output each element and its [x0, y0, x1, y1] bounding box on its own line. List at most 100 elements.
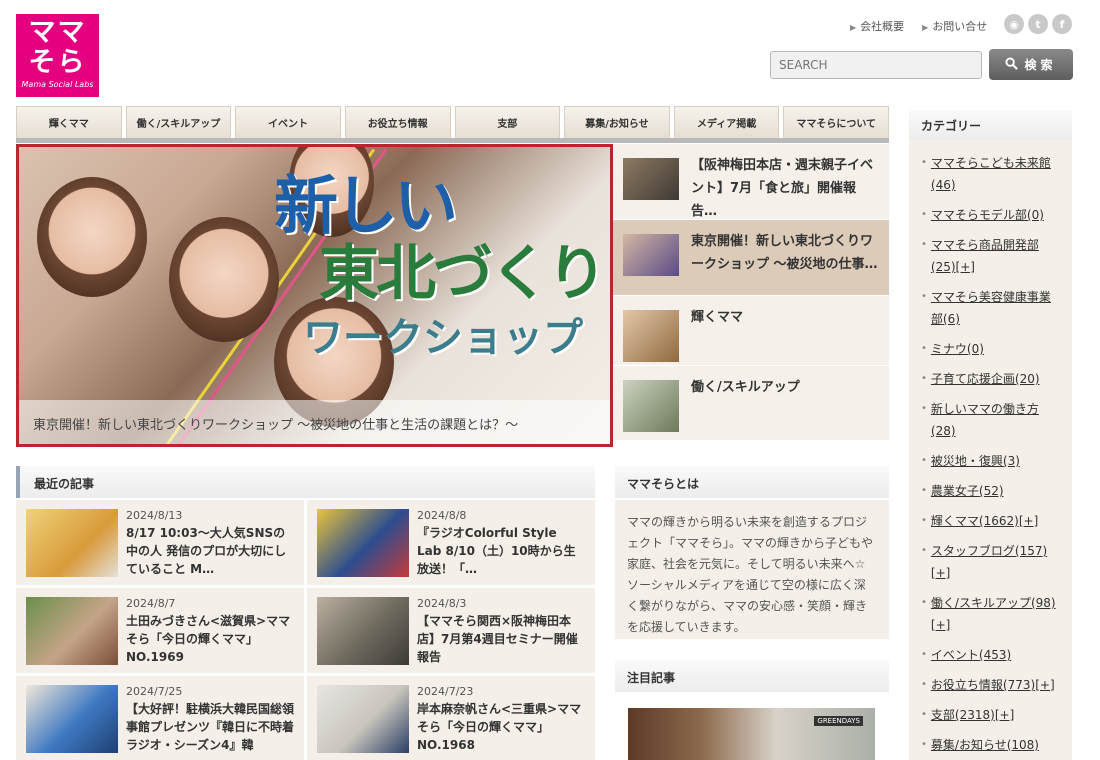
- hero-caption[interactable]: 東京開催！新しい東北づくりワークショップ 〜被災地の仕事と生活の課題とは？〜: [19, 400, 610, 444]
- category-link[interactable]: 子育て応援企画(20): [931, 372, 1040, 386]
- article-card[interactable]: 2024/7/23 岸本麻奈帆さん<三重県>ママそら「今日の輝くママ」NO.19…: [307, 676, 595, 760]
- category-expand-button[interactable]: [+]: [931, 618, 950, 632]
- category-link[interactable]: 被災地・復興(3): [931, 454, 1020, 468]
- category-link[interactable]: お役立ち情報(773): [931, 678, 1035, 692]
- category-count: (46): [930, 178, 956, 192]
- category-label: スタッフブログ: [930, 544, 1015, 558]
- category-link[interactable]: 働く/スキルアップ(98): [931, 596, 1056, 610]
- article-card[interactable]: 2024/8/7 土田みづきさん<滋賀県>ママそら「今日の輝くママ」NO.196…: [16, 588, 304, 673]
- article-thumbnail: [26, 509, 118, 577]
- category-count: (453): [978, 648, 1012, 662]
- search-input[interactable]: [770, 51, 982, 79]
- category-expand-button[interactable]: [+]: [1019, 514, 1038, 528]
- category-item[interactable]: • 募集/お知らせ(108): [921, 734, 1062, 756]
- category-item-text: お役立ち情報(773)[+]: [931, 674, 1055, 696]
- article-date: 2024/7/23: [417, 685, 474, 698]
- twitter-icon[interactable]: t: [1028, 14, 1048, 34]
- slider-thumbnail: [623, 234, 679, 276]
- category-count: (28): [930, 424, 956, 438]
- category-item[interactable]: • ママそらこども未来館 (46): [921, 152, 1062, 196]
- recent-articles-heading: 最近の記事: [16, 466, 595, 498]
- category-link[interactable]: イベント(453): [931, 648, 1011, 662]
- category-item[interactable]: • イベント(453): [921, 644, 1062, 666]
- category-expand-button[interactable]: [+]: [1035, 678, 1054, 692]
- article-title: 岸本麻奈帆さん<三重県>ママそら「今日の輝くママ」NO.1968: [417, 702, 582, 752]
- bullet-icon: •: [921, 597, 927, 608]
- category-link[interactable]: 募集/お知らせ(108): [931, 738, 1039, 752]
- category-link[interactable]: ママそらモデル部(0): [931, 208, 1044, 222]
- nav-item-media[interactable]: メディア掲載: [673, 106, 780, 138]
- slider-thumbnail: [623, 158, 679, 200]
- category-link[interactable]: 支部(2318): [931, 708, 995, 722]
- category-link[interactable]: スタッフブログ(157): [931, 544, 1047, 558]
- article-title: 【大好評！駐横浜大韓民国総領事館プレゼンツ『韓日に不時着ラジオ・シーズン4』韓: [126, 702, 295, 752]
- category-item[interactable]: • ママそらモデル部(0): [921, 204, 1062, 226]
- rss-icon[interactable]: ◉: [1004, 14, 1024, 34]
- nav-item-branch[interactable]: 支部: [454, 106, 561, 138]
- category-label: 農業女子: [930, 484, 979, 498]
- category-item[interactable]: • 働く/スキルアップ(98) [+]: [921, 592, 1062, 636]
- category-item[interactable]: • お役立ち情報(773)[+]: [921, 674, 1062, 696]
- category-link[interactable]: ミナウ(0): [931, 342, 984, 356]
- slider-item[interactable]: 働く/スキルアップ: [613, 366, 889, 441]
- category-expand-button[interactable]: [+]: [956, 260, 975, 274]
- category-link[interactable]: 農業女子(52): [931, 484, 1004, 498]
- category-link[interactable]: ママそらこども未来館 (46): [931, 156, 1051, 192]
- article-date: 2024/7/25: [126, 685, 183, 698]
- bullet-icon: •: [921, 455, 927, 466]
- category-item[interactable]: • ミナウ(0): [921, 338, 1062, 360]
- category-item-text: ミナウ(0): [931, 338, 984, 360]
- category-item[interactable]: • 農業女子(52): [921, 480, 1062, 502]
- nav-item-work-skill[interactable]: 働く/スキルアップ: [125, 106, 232, 138]
- slider-item[interactable]: 東京開催！新しい東北づくりワークショップ 〜被災地の仕事…: [613, 220, 889, 296]
- category-list: • ママそらこども未来館(46) • ママそらモデル部(0) • ママそら商品開発部(25…: [909, 140, 1072, 760]
- nav-item-shining-mama[interactable]: 輝くママ: [16, 106, 122, 138]
- category-link[interactable]: 新しいママの働き方 (28): [931, 402, 1039, 438]
- category-item-text: 子育て応援企画(20): [931, 368, 1040, 390]
- search-button[interactable]: 検索: [989, 49, 1073, 80]
- hero-person: [37, 177, 147, 297]
- category-count: (52): [978, 484, 1004, 498]
- category-item-text: 働く/スキルアップ(98) [+]: [931, 592, 1062, 636]
- slider-item-title: 東京開催！新しい東北づくりワークショップ 〜被災地の仕事…: [691, 234, 878, 272]
- slider-item[interactable]: 輝くママ: [613, 296, 889, 366]
- category-label: ミナウ: [930, 342, 967, 356]
- article-card[interactable]: 2024/8/13 8/17 10:03〜大人気SNSの中の人 発信のプロが大切…: [16, 500, 304, 585]
- category-label: ママそら商品開発部: [930, 238, 1039, 252]
- nav-item-recruit-news[interactable]: 募集/お知らせ: [564, 106, 670, 138]
- bullet-icon: •: [921, 373, 927, 384]
- article-card[interactable]: 2024/8/3 【ママそら関西×阪神梅田本店】7月第4週目セミナー開催報告: [307, 588, 595, 673]
- category-link[interactable]: ママそら商品開発部 (25): [931, 238, 1039, 274]
- site-logo[interactable]: ママ そら Mama Social Labs: [16, 14, 99, 97]
- category-item[interactable]: • ママそら美容健康事業部(6): [921, 286, 1062, 330]
- recent-articles-grid: 2024/8/13 8/17 10:03〜大人気SNSの中の人 発信のプロが大切…: [16, 500, 595, 760]
- category-expand-button[interactable]: [+]: [931, 566, 950, 580]
- category-item[interactable]: • 子育て応援企画(20): [921, 368, 1062, 390]
- featured-image[interactable]: GREENDAYS: [628, 708, 875, 760]
- category-item[interactable]: • スタッフブログ(157)[+]: [921, 540, 1062, 584]
- nav-item-about[interactable]: ママそらについて: [783, 106, 889, 138]
- article-thumbnail: [26, 597, 118, 665]
- category-item[interactable]: • 支部(2318)[+]: [921, 704, 1062, 726]
- category-count: (108): [1006, 738, 1039, 752]
- nav-item-useful-info[interactable]: お役立ち情報: [344, 106, 451, 138]
- slider-item[interactable]: 【阪神梅田本店・週末親子イベント】7月「食と旅」開催報告…: [613, 144, 889, 220]
- contact-link[interactable]: ▶ お問い合せ: [922, 18, 987, 34]
- category-link[interactable]: ママそら美容健康事業部(6): [931, 290, 1051, 326]
- category-item[interactable]: • 新しいママの働き方 (28): [921, 398, 1062, 442]
- category-link[interactable]: 輝くママ(1662): [931, 514, 1019, 528]
- category-item[interactable]: • 被災地・復興(3): [921, 450, 1062, 472]
- slider-list: 【阪神梅田本店・週末親子イベント】7月「食と旅」開催報告… 東京開催！新しい東北…: [613, 144, 889, 441]
- slider-thumbnail: [623, 310, 679, 362]
- article-card[interactable]: 2024/7/25 【大好評！駐横浜大韓民国総領事館プレゼンツ『韓日に不時着ラジ…: [16, 676, 304, 760]
- nav-item-event[interactable]: イベント: [235, 106, 341, 138]
- hero-slider[interactable]: 新しい 東北づくり ワークショップ 東京開催！新しい東北づくりワークショップ 〜…: [16, 144, 613, 447]
- category-count: (20): [1014, 372, 1040, 386]
- category-expand-button[interactable]: [+]: [995, 708, 1014, 722]
- main-nav: 輝くママ 働く/スキルアップ イベント お役立ち情報 支部 募集/お知らせ メデ…: [16, 106, 889, 138]
- category-item[interactable]: • 輝くママ(1662)[+]: [921, 510, 1062, 532]
- company-link[interactable]: ▶ 会社概要: [850, 18, 904, 34]
- facebook-icon[interactable]: f: [1052, 14, 1072, 34]
- category-item[interactable]: • ママそら商品開発部 (25)[+]: [921, 234, 1062, 278]
- article-card[interactable]: 2024/8/8 『ラジオColorful Style Lab 8/10（土）1…: [307, 500, 595, 585]
